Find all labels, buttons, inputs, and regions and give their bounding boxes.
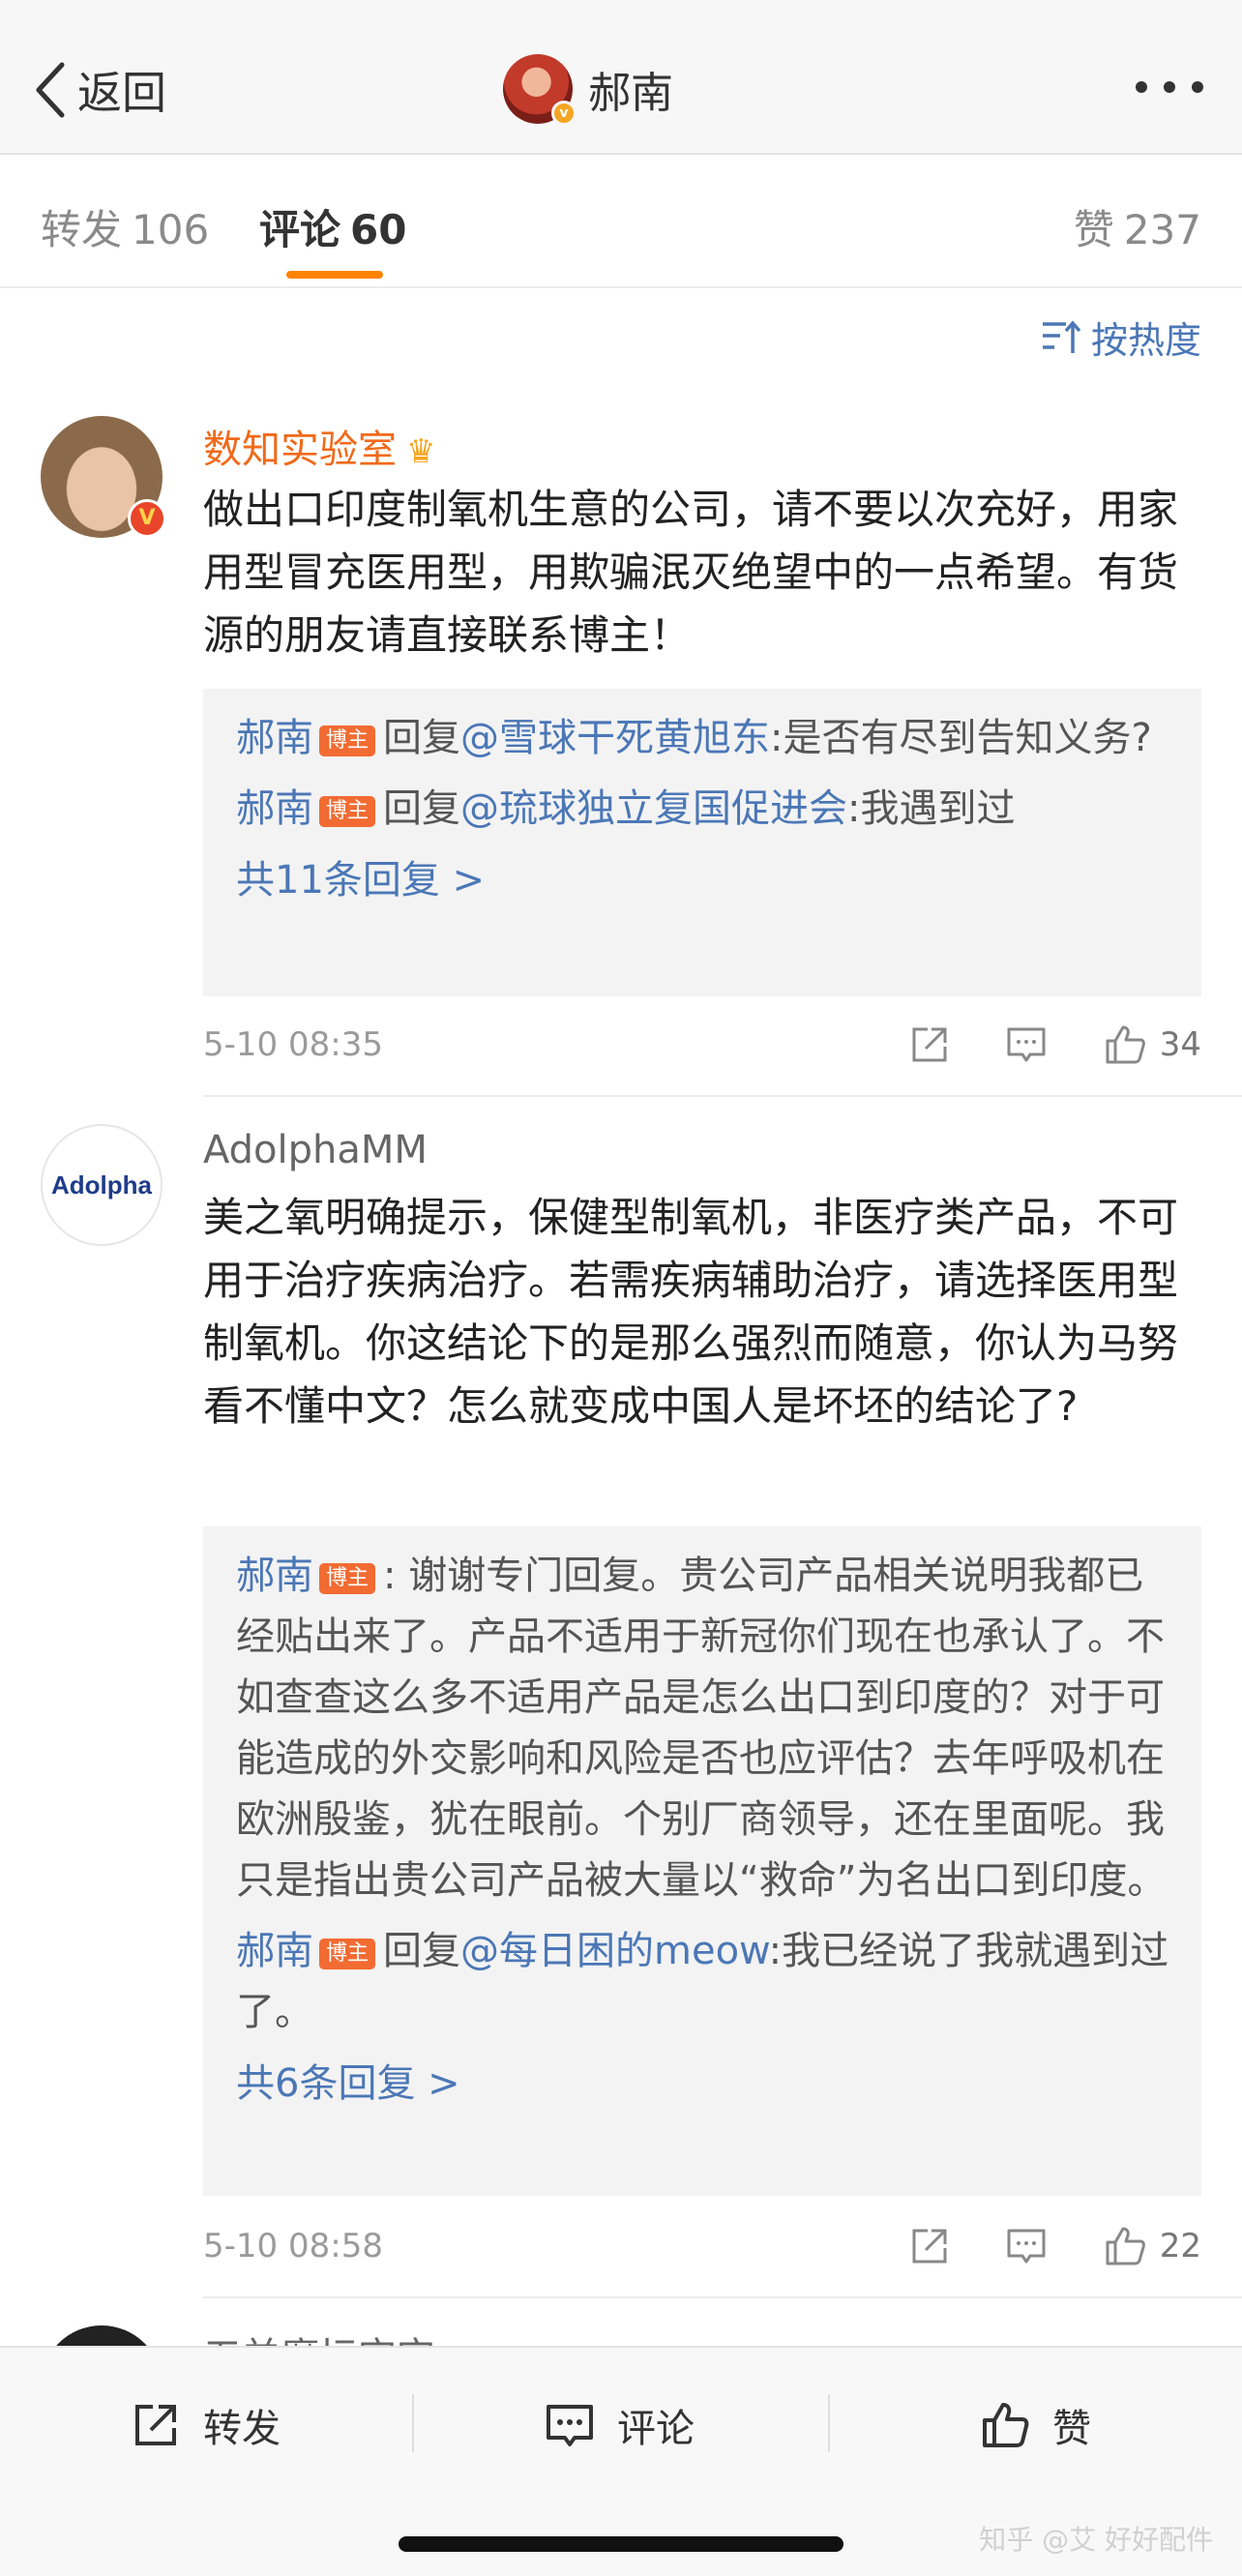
divider — [203, 2296, 1242, 2298]
author-badge: 博主 — [319, 796, 376, 827]
sort-label: 按热度 — [1090, 318, 1201, 362]
reply-item: 郝南 博主 回复@琉球独立复国促进会:我遇到过 — [236, 779, 1170, 840]
share-icon[interactable] — [908, 2225, 951, 2267]
comment-icon — [547, 2405, 593, 2446]
tab-like[interactable]: 赞 237 — [1074, 197, 1201, 256]
reply-item: 郝南 博主 回复@每日困的meow:我已经说了我就遇到过了。 — [236, 1921, 1170, 2043]
divider — [828, 2394, 830, 2452]
reply-author[interactable]: 郝南 — [236, 1929, 313, 1973]
share-icon[interactable] — [908, 1023, 951, 1066]
comment-time: 5-10 08:58 — [203, 2227, 383, 2265]
sort-button[interactable]: 按热度 — [1041, 308, 1201, 366]
active-tab-indicator — [286, 271, 383, 279]
verified-icon: v — [551, 101, 577, 126]
comment-icon[interactable] — [1005, 2225, 1048, 2267]
like-button[interactable]: 34 — [1102, 1022, 1201, 1068]
like-button[interactable]: 赞 — [979, 2386, 1091, 2464]
reply-item: 郝南 博主: 谢谢专门回复。贵公司产品相关说明我都已经贴出来了。产品不适用于新冠你… — [236, 1546, 1170, 1911]
reply-box[interactable]: 郝南 博主 回复@雪球干死黄旭东:是否有尽到告知义务? 郝南 博主 回复@琉球独立复国促… — [203, 689, 1201, 996]
author-badge: 博主 — [319, 1939, 376, 1969]
more-replies-link[interactable]: 共11条回复 > — [236, 853, 1170, 907]
comment-text: 做出口印度制氧机生意的公司，请不要以次充好，用家用型冒充医用型，用欺骗泯灭绝望中… — [203, 486, 1179, 659]
reply-text: : 谢谢专门回复。贵公司产品相关说明我都已经贴出来了。产品不适用于新冠你们现在也… — [236, 1554, 1167, 1903]
avatar: v — [503, 54, 577, 126]
tab-repost-count: 106 — [132, 206, 210, 253]
home-indicator[interactable] — [399, 2536, 843, 2552]
thumbs-up-icon — [1106, 2227, 1145, 2265]
username-text: 数知实验室 — [203, 428, 397, 472]
verified-icon: V — [128, 499, 166, 538]
tab-like-label: 赞 — [1073, 206, 1114, 253]
comment-text: 美之氧明确提示，保健型制氧机，非医疗类产品，不可用于治疗疾病治疗。若需疾病辅助治… — [203, 1194, 1179, 1430]
like-label: 赞 — [1052, 2407, 1091, 2451]
avatar[interactable]: V — [41, 416, 166, 538]
comment-meta: 5-10 08:58 22 — [203, 2217, 1201, 2275]
comment-username[interactable]: AdolphaMM — [203, 1128, 428, 1172]
sort-icon — [1042, 320, 1081, 353]
reply-mention[interactable]: @雪球干死黄旭东 — [460, 716, 770, 760]
reply-author[interactable]: 郝南 — [236, 1554, 313, 1598]
tab-like-count: 237 — [1123, 206, 1201, 253]
crown-icon: ♛ — [406, 432, 436, 471]
back-button[interactable]: 返回 — [33, 56, 166, 124]
page-title: 郝南 — [588, 69, 673, 118]
chevron-left-icon — [36, 62, 65, 118]
author-badge: 博主 — [319, 1563, 376, 1594]
comment-time: 5-10 08:35 — [203, 1025, 383, 1064]
comment-button[interactable]: 评论 — [544, 2386, 695, 2464]
like-button[interactable]: 22 — [1102, 2223, 1201, 2269]
reply-author[interactable]: 郝南 — [236, 716, 313, 760]
watermark: 知乎 @艾 好好配件 — [979, 2524, 1213, 2556]
tab-comment-count: 60 — [350, 206, 407, 253]
comment-username[interactable]: 数知实验室 ♛ — [203, 418, 435, 474]
reply-text: :我遇到过 — [847, 786, 1016, 831]
reply-box[interactable]: 郝南 博主: 谢谢专门回复。贵公司产品相关说明我都已经贴出来了。产品不适用于新冠你… — [203, 1526, 1201, 2196]
avatar-logo-text: Adolpha — [51, 1170, 152, 1199]
like-count: 34 — [1159, 1025, 1201, 1064]
thumbs-up-icon — [1106, 1025, 1145, 1064]
reply-mention[interactable]: @每日困的meow — [460, 1929, 769, 1973]
divider — [412, 2394, 414, 2452]
reply-action: 回复 — [383, 786, 461, 831]
tab-comment-label: 评论 — [259, 206, 341, 253]
repost-label: 转发 — [203, 2407, 281, 2451]
reply-mention[interactable]: @琉球独立复国促进会 — [460, 786, 847, 831]
reply-action: 回复 — [383, 1929, 461, 1973]
comment-meta: 5-10 08:35 34 — [203, 1016, 1201, 1074]
back-label: 返回 — [77, 67, 166, 119]
reply-item: 郝南 博主 回复@雪球干死黄旭东:是否有尽到告知义务? — [236, 708, 1170, 769]
tab-comment[interactable]: 评论 60 — [259, 197, 406, 256]
comment-icon[interactable] — [1005, 1023, 1048, 1066]
reply-text: :是否有尽到告知义务? — [770, 716, 1152, 760]
tab-repost[interactable]: 转发 106 — [41, 197, 209, 256]
author-badge: 博主 — [319, 725, 376, 756]
tab-bar: 转发 106 评论 60 赞 237 — [0, 157, 1242, 288]
reply-action: 回复 — [383, 716, 461, 760]
comment-label: 评论 — [617, 2407, 695, 2451]
share-icon — [135, 2405, 176, 2445]
thumbs-up-icon — [983, 2403, 1029, 2447]
more-replies-link[interactable]: 共6条回复 > — [236, 2057, 1170, 2111]
like-count: 22 — [1159, 2227, 1201, 2265]
repost-button[interactable]: 转发 — [130, 2386, 281, 2464]
avatar[interactable]: Adolpha — [41, 1124, 163, 1246]
reply-author[interactable]: 郝南 — [236, 786, 313, 831]
more-icon[interactable] — [1136, 77, 1203, 97]
divider — [203, 1095, 1242, 1097]
tab-repost-label: 转发 — [41, 206, 123, 253]
top-nav-bar: 返回 v 郝南 — [0, 0, 1242, 155]
profile-title[interactable]: v 郝南 — [503, 50, 673, 128]
